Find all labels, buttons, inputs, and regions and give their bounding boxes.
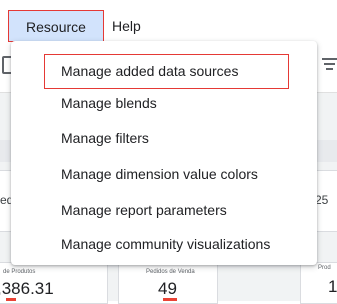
- right-card-text: 25: [315, 193, 329, 207]
- menu-item-manage-report-parameters[interactable]: Manage report parameters: [11, 193, 317, 228]
- kpi-label: de Produtos: [3, 269, 36, 275]
- menu-item-manage-added-data-sources[interactable]: Manage added data sources: [44, 54, 289, 89]
- kpi-value: ,386.31: [0, 279, 54, 298]
- resource-dropdown-menu: Manage added data sources Manage blends …: [11, 41, 317, 265]
- menu-item-manage-filters[interactable]: Manage filters: [11, 121, 317, 156]
- menu-bar: Resource Help: [0, 0, 337, 44]
- resource-menu-button[interactable]: Resource: [8, 10, 104, 42]
- filter-icon[interactable]: [322, 58, 337, 70]
- kpi-value: 49: [158, 279, 177, 298]
- kpi-value: 1: [328, 277, 337, 296]
- menu-item-manage-community-visualizations[interactable]: Manage community visualizations: [11, 227, 317, 262]
- help-menu-button[interactable]: Help: [104, 10, 149, 42]
- menu-item-manage-dimension-value-colors[interactable]: Manage dimension value colors: [11, 157, 317, 192]
- kpi-label: Prod: [318, 265, 331, 271]
- kpi-label: Pedidos de Venda: [146, 269, 195, 275]
- menu-item-manage-blends[interactable]: Manage blends: [11, 86, 317, 121]
